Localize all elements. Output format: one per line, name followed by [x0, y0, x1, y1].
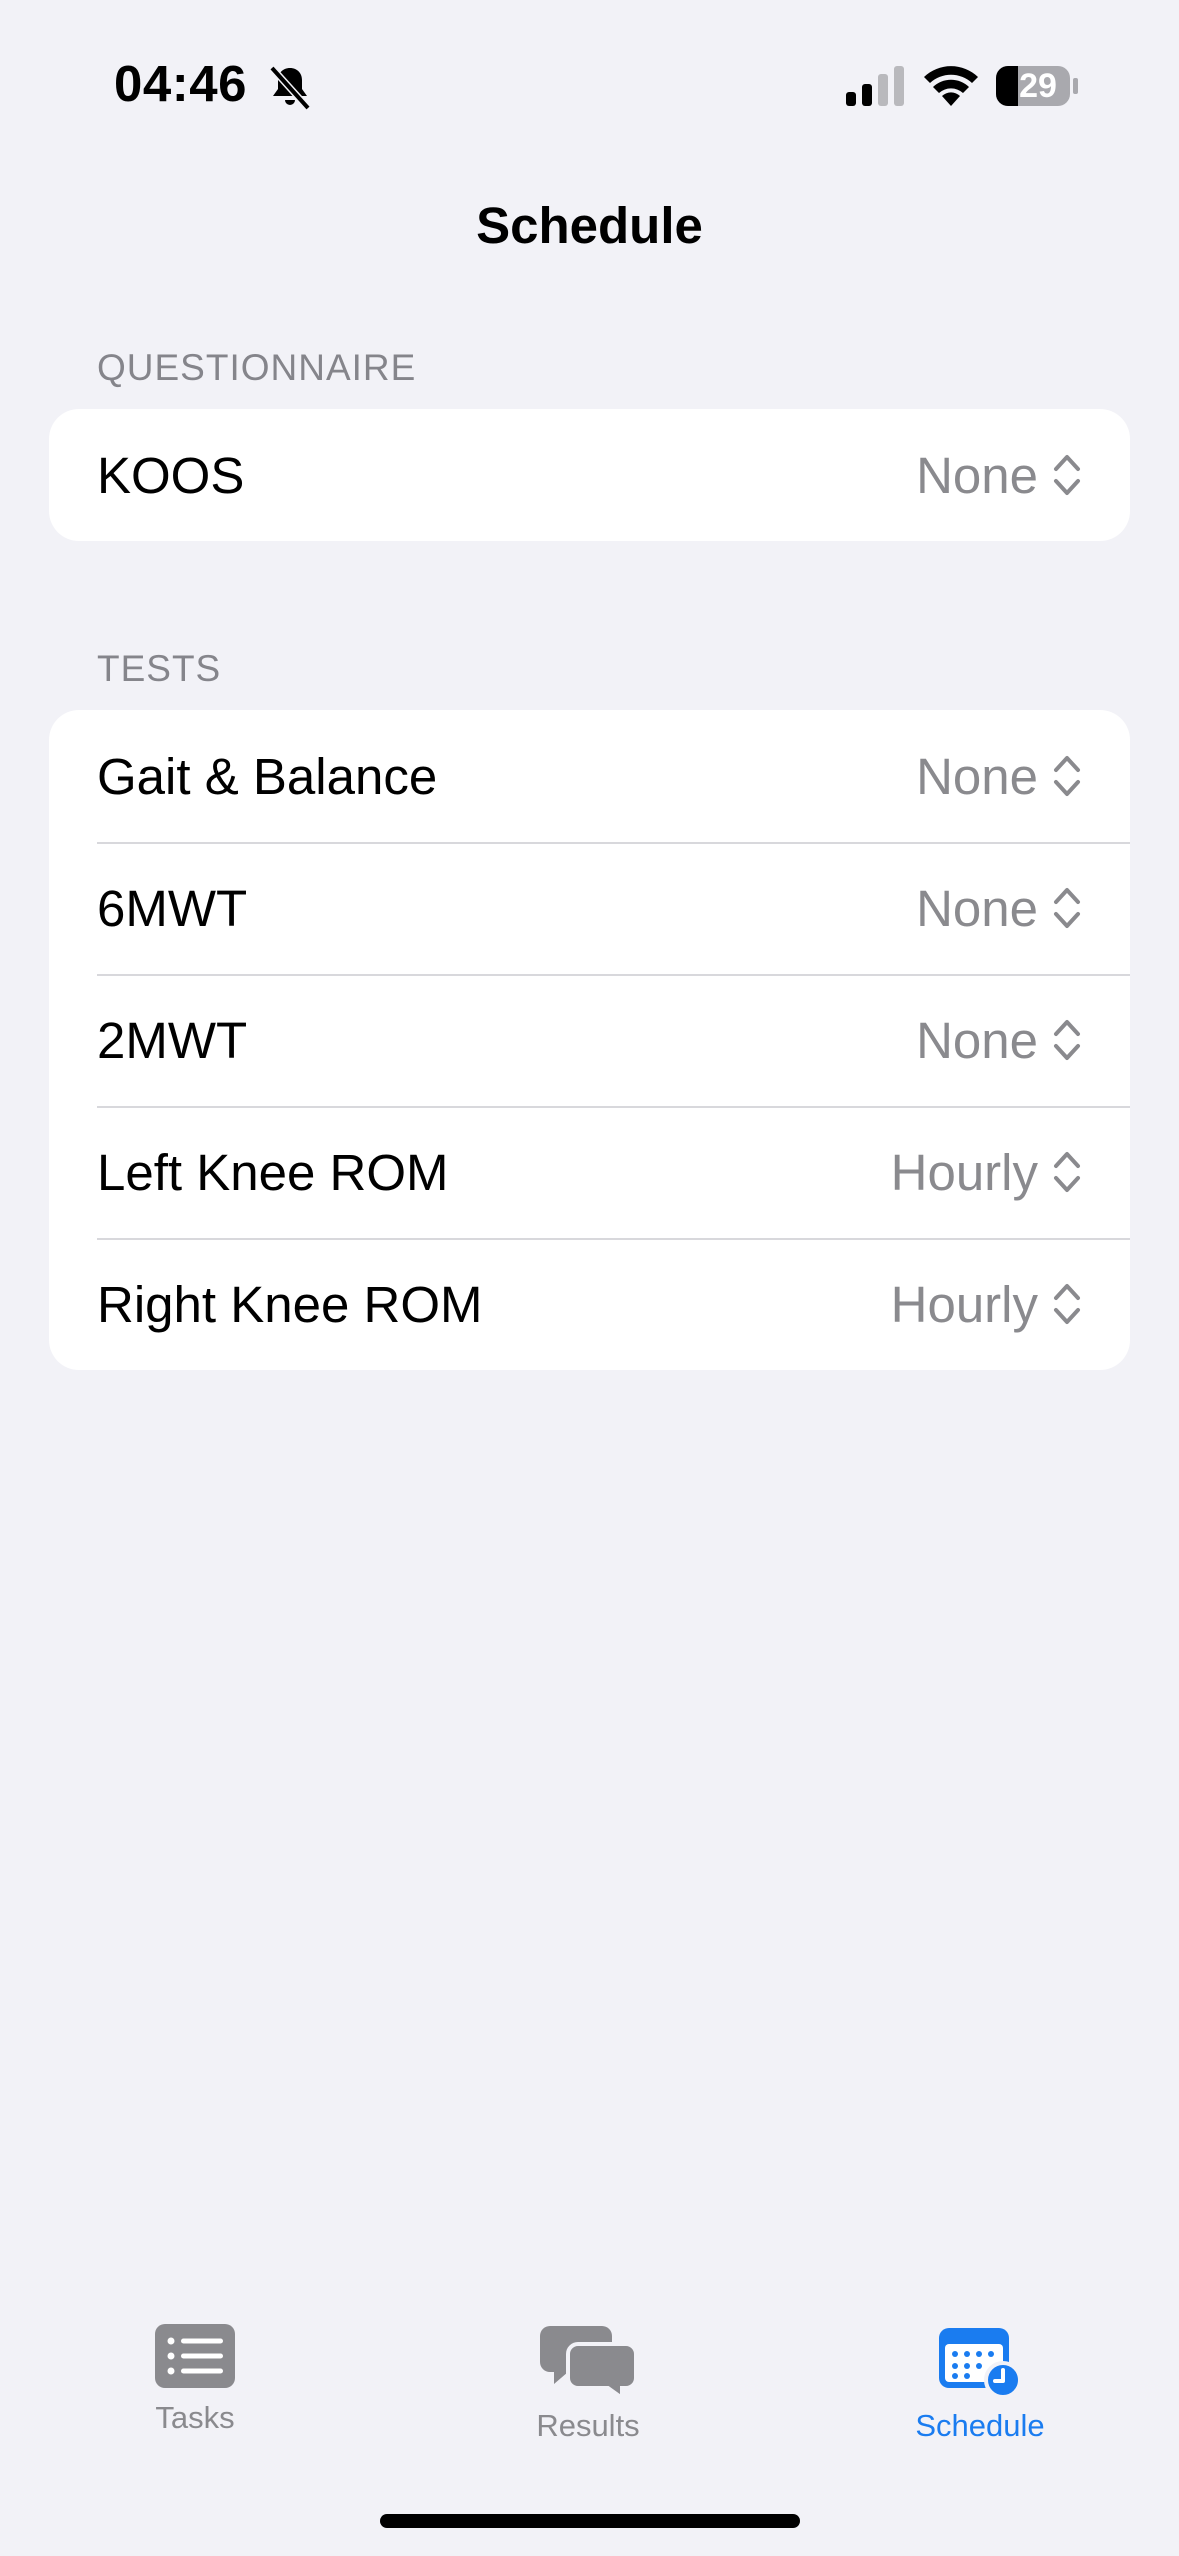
schedule-row-left-knee-rom[interactable]: Left Knee ROM Hourly: [49, 1106, 1130, 1238]
frequency-value: Hourly: [890, 1275, 1038, 1333]
list-icon: [155, 2324, 235, 2388]
frequency-picker[interactable]: Hourly: [891, 1275, 1082, 1334]
schedule-row-koos[interactable]: KOOS None: [49, 409, 1130, 541]
frequency-picker[interactable]: None: [916, 879, 1082, 938]
chevron-up-down-icon: [1054, 455, 1080, 495]
row-label: 6MWT: [97, 879, 248, 937]
bell-slash-icon: [269, 65, 311, 111]
tab-tasks[interactable]: Tasks: [75, 2300, 315, 2436]
frequency-picker[interactable]: None: [916, 1011, 1082, 1070]
section-header-tests: TESTS: [97, 648, 222, 689]
cellular-signal-icon: [846, 66, 904, 106]
chevron-up-down-icon: [1054, 1284, 1080, 1324]
tab-label: Schedule: [915, 2408, 1045, 2443]
frequency-value: None: [916, 879, 1038, 937]
row-label: KOOS: [97, 446, 245, 504]
chevron-up-down-icon: [1054, 1152, 1080, 1192]
section-header-questionnaire: QUESTIONNAIRE: [97, 347, 417, 388]
frequency-value: None: [916, 1011, 1038, 1069]
frequency-picker[interactable]: None: [916, 446, 1082, 505]
tests-card: Gait & Balance None 6MWT None 2MWT None: [49, 710, 1130, 1370]
schedule-row-gait-balance[interactable]: Gait & Balance None: [49, 710, 1130, 842]
status-time: 04:46: [114, 55, 247, 112]
row-label: Right Knee ROM: [97, 1275, 483, 1333]
questionnaire-card: KOOS None: [49, 409, 1130, 541]
chevron-up-down-icon: [1054, 888, 1080, 928]
chat-bubbles-icon: [540, 2326, 638, 2398]
home-indicator[interactable]: [380, 2514, 800, 2528]
tab-label: Results: [536, 2408, 640, 2443]
row-label: Gait & Balance: [97, 747, 438, 805]
frequency-picker[interactable]: Hourly: [891, 1143, 1082, 1202]
schedule-row-right-knee-rom[interactable]: Right Knee ROM Hourly: [49, 1238, 1130, 1370]
schedule-row-2mwt[interactable]: 2MWT None: [49, 974, 1130, 1106]
page-title: Schedule: [476, 197, 703, 254]
chevron-up-down-icon: [1054, 1020, 1080, 1060]
frequency-value: None: [916, 446, 1038, 504]
wifi-icon: [924, 66, 978, 106]
tab-results[interactable]: Results: [468, 2300, 708, 2444]
frequency-value: Hourly: [890, 1143, 1038, 1201]
battery-level: 29: [1019, 67, 1057, 105]
schedule-row-6mwt[interactable]: 6MWT None: [49, 842, 1130, 974]
frequency-value: None: [916, 747, 1038, 805]
frequency-picker[interactable]: None: [916, 747, 1082, 806]
tab-schedule[interactable]: Schedule: [860, 2300, 1100, 2444]
tab-label: Tasks: [155, 2400, 235, 2435]
row-label: 2MWT: [97, 1011, 248, 1069]
status-bar: 04:46 29: [0, 0, 1179, 150]
calendar-clock-icon: [939, 2328, 1022, 2398]
row-label: Left Knee ROM: [97, 1143, 449, 1201]
chevron-up-down-icon: [1054, 756, 1080, 796]
